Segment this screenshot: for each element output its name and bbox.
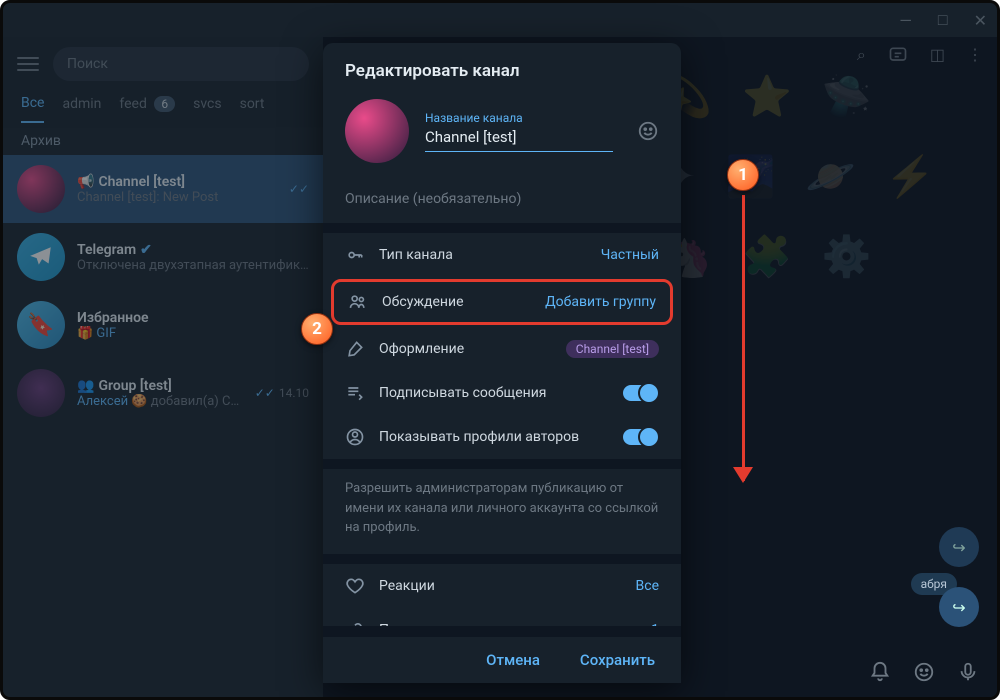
toggle-switch[interactable]: [623, 385, 659, 401]
emoji-icon[interactable]: [913, 661, 935, 683]
menu-icon[interactable]: [17, 57, 39, 71]
folder-badge: 6: [154, 96, 175, 112]
emoji-picker-icon[interactable]: [637, 120, 659, 142]
brush-icon: [345, 339, 365, 359]
profile-icon: [345, 427, 365, 447]
window-titlebar: — □ ✕: [3, 3, 997, 37]
annotation-marker-1: 1: [727, 159, 759, 191]
microphone-icon[interactable]: [957, 661, 979, 683]
hint-text: Разрешить администраторам публикацию от …: [323, 469, 681, 564]
sidepanel-icon[interactable]: ◫: [930, 45, 945, 65]
lock-icon: [345, 245, 365, 265]
sidebar: Поиск Все admin feed 6 svcs sort Архив 📢…: [3, 37, 323, 697]
row-channel-type[interactable]: Тип канала Частный: [323, 233, 681, 277]
chat-item[interactable]: 👥Group [test] Алексей 🍪 добавил(а) Семён…: [3, 359, 323, 427]
avatar: [17, 233, 65, 281]
folder-tab-sort[interactable]: sort: [240, 96, 265, 122]
search-input[interactable]: Поиск: [53, 47, 309, 81]
read-checks-icon: ✓✓: [255, 386, 275, 400]
group-icon: 👥: [77, 378, 94, 394]
link-icon: [345, 620, 365, 637]
chat-item[interactable]: Telegram ✔ Отключена двухэтапная аутенти…: [3, 223, 323, 291]
folder-tab-admin[interactable]: admin: [62, 96, 101, 122]
share-button[interactable]: ↪: [939, 527, 979, 567]
folder-tab-feed[interactable]: feed 6: [119, 96, 175, 122]
avatar: [17, 165, 65, 213]
window-maximize[interactable]: □: [938, 10, 948, 30]
row-appearance[interactable]: Оформление Channel [test]: [323, 327, 681, 371]
row-reactions[interactable]: Реакции Все: [323, 564, 681, 608]
folder-tab-all[interactable]: Все: [21, 95, 44, 123]
verified-icon: ✔: [140, 242, 152, 258]
avatar: 🔖: [17, 301, 65, 349]
chat-item[interactable]: 🔖 Избранное 🎁 GIF: [3, 291, 323, 359]
notifications-icon[interactable]: [869, 661, 891, 683]
window-close[interactable]: ✕: [974, 11, 987, 30]
channel-name-input[interactable]: [425, 125, 613, 152]
folder-tab-svcs[interactable]: svcs: [193, 96, 221, 122]
search-placeholder: Поиск: [67, 56, 108, 72]
folder-tabs: Все admin feed 6 svcs sort: [3, 87, 323, 123]
channel-avatar[interactable]: [345, 99, 409, 163]
name-field-label: Название канала: [425, 111, 613, 125]
heart-icon: [345, 576, 365, 596]
megaphone-icon: 📢: [77, 174, 94, 190]
read-checks-icon: ✓✓: [289, 182, 309, 196]
save-button[interactable]: Сохранить: [580, 651, 655, 669]
search-icon[interactable]: ⌕: [857, 45, 866, 65]
description-input[interactable]: Описание (необязательно): [323, 179, 681, 233]
avatar: [17, 369, 65, 417]
edit-channel-modal: Редактировать канал Название канала Опис…: [323, 43, 681, 683]
row-discussion[interactable]: Обсуждение Добавить группу: [331, 279, 673, 325]
archive-label[interactable]: Архив: [3, 123, 323, 155]
comments-icon[interactable]: [888, 45, 908, 65]
modal-title: Редактировать канал: [323, 43, 681, 93]
cancel-button[interactable]: Отмена: [486, 651, 540, 669]
more-icon[interactable]: ⋮: [967, 45, 983, 65]
people-icon: [348, 292, 368, 312]
annotation-arrow: [742, 195, 745, 481]
share-button[interactable]: ↪: [939, 587, 979, 627]
chat-item[interactable]: 📢Channel [test] Channel [test]: New Post…: [3, 155, 323, 223]
window-minimize[interactable]: —: [899, 11, 912, 30]
row-sign-messages[interactable]: Подписывать сообщения: [323, 371, 681, 415]
row-author-profiles[interactable]: Показывать профили авторов: [323, 415, 681, 459]
annotation-marker-2: 2: [301, 313, 333, 345]
signature-icon: [345, 383, 365, 403]
toggle-switch[interactable]: [623, 429, 659, 445]
row-invite-links[interactable]: Пригласительные ссылки 1: [323, 608, 681, 637]
telegram-app-window: — □ ✕ Поиск Все admin feed 6 svcs sort: [0, 0, 1000, 700]
